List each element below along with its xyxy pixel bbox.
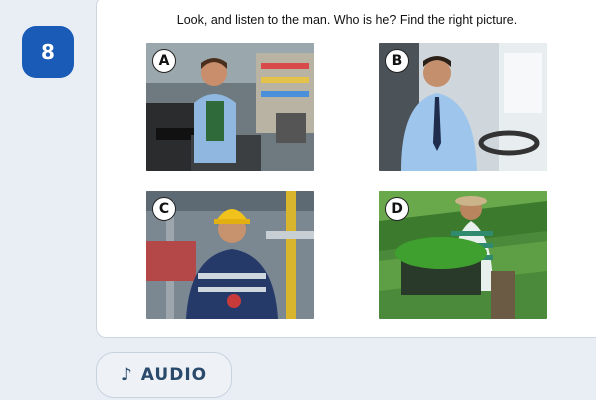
question-card: Look, and listen to the man. Who is he? …: [96, 0, 596, 338]
music-note-icon: ♪: [120, 365, 133, 385]
option-d-picture[interactable]: D: [379, 191, 547, 319]
question-number-badge: 8: [22, 26, 74, 78]
option-letter: C: [152, 197, 176, 221]
option-letter: B: [385, 49, 409, 73]
option-c-picture[interactable]: C: [146, 191, 314, 319]
option-b-picture[interactable]: B: [379, 43, 547, 171]
question-prompt: Look, and listen to the man. Who is he? …: [176, 13, 518, 27]
audio-button[interactable]: ♪ AUDIO: [96, 352, 232, 398]
option-letter: D: [385, 197, 409, 221]
left-rail: 8: [0, 0, 96, 400]
audio-button-label: AUDIO: [140, 365, 208, 385]
option-a-picture[interactable]: A: [146, 43, 314, 171]
option-letter: A: [152, 49, 176, 73]
